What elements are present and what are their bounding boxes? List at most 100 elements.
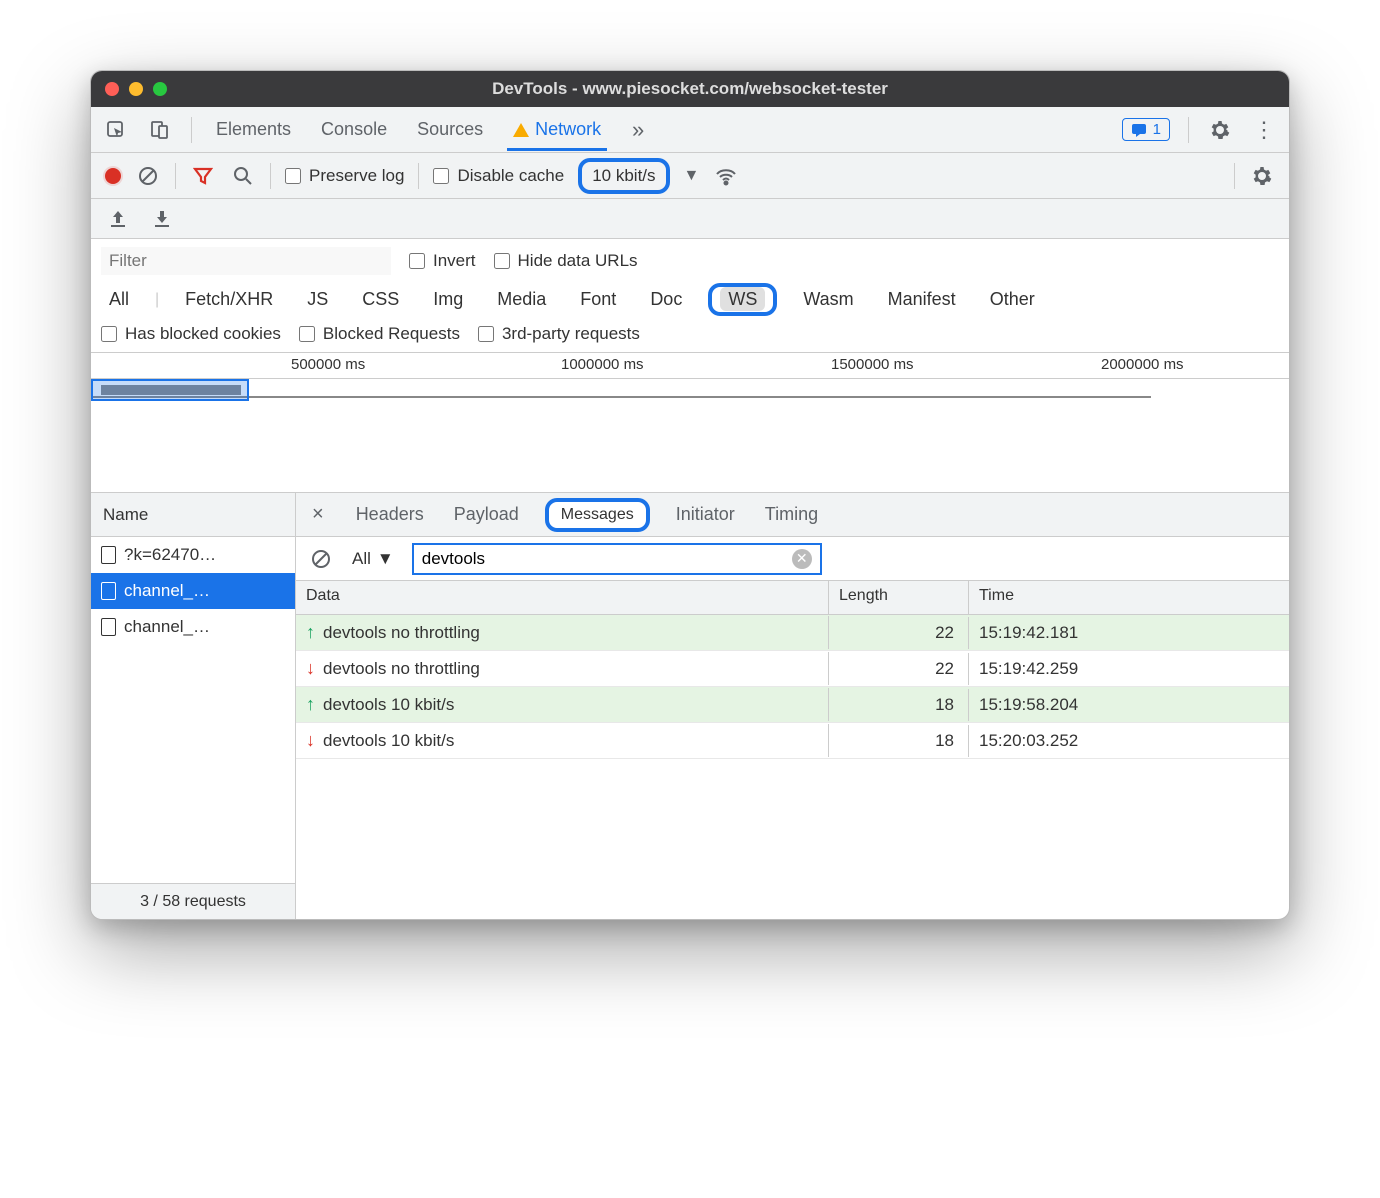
throttling-selector[interactable]: 10 kbit/s [578, 158, 669, 194]
filter-icon[interactable] [190, 163, 216, 189]
maximize-window-button[interactable] [153, 82, 167, 96]
issues-count: 1 [1153, 121, 1161, 138]
record-button[interactable] [105, 168, 121, 184]
invert-checkbox[interactable]: Invert [409, 251, 476, 271]
clear-icon[interactable] [135, 163, 161, 189]
type-filter-css[interactable]: CSS [354, 285, 407, 314]
message-type-selector[interactable]: All ▼ [346, 549, 400, 569]
filter-input[interactable] [101, 247, 391, 275]
filter-section: Invert Hide data URLs All | Fetch/XHR JS… [91, 239, 1289, 353]
search-icon[interactable] [230, 163, 256, 189]
blocked-cookies-checkbox[interactable]: Has blocked cookies [101, 324, 281, 344]
type-filter-ws-highlight: WS [708, 283, 777, 316]
tab-elements[interactable]: Elements [210, 119, 297, 140]
wifi-icon[interactable] [713, 163, 739, 189]
detail-tab-messages[interactable]: Messages [561, 506, 634, 523]
message-row[interactable]: ↑ devtools 10 kbit/s 1815:19:58.204 [296, 687, 1289, 723]
timeline-tick: 500000 ms [291, 356, 365, 373]
network-toolbar: Preserve log Disable cache 10 kbit/s ▼ [91, 153, 1289, 199]
message-data: devtools no throttling [323, 623, 480, 643]
type-filter-media[interactable]: Media [489, 285, 554, 314]
tab-network-label: Network [535, 119, 601, 140]
message-search-input[interactable] [422, 549, 792, 569]
document-icon [101, 546, 116, 564]
disable-cache-checkbox[interactable]: Disable cache [433, 166, 564, 186]
document-icon [101, 618, 116, 636]
detail-tab-payload[interactable]: Payload [450, 496, 523, 533]
request-row[interactable]: channel_… [91, 609, 295, 645]
detail-tab-timing[interactable]: Timing [761, 496, 822, 533]
type-filter-ws[interactable]: WS [720, 287, 765, 311]
chevron-down-icon[interactable]: ▼ [684, 167, 700, 185]
panel-tabs: Elements Console Sources Network » 1 ⋮ [91, 107, 1289, 153]
type-filter-doc[interactable]: Doc [642, 285, 690, 314]
preserve-log-checkbox[interactable]: Preserve log [285, 166, 404, 186]
request-list-pane: Name ?k=62470… channel_… channel_… 3 / 5… [91, 493, 296, 919]
hide-data-urls-checkbox[interactable]: Hide data URLs [494, 251, 638, 271]
message-time: 15:19:58.204 [969, 689, 1289, 721]
type-filter-js[interactable]: JS [299, 285, 336, 314]
more-tabs-icon[interactable]: » [625, 117, 651, 143]
detail-pane: × Headers Payload Messages Initiator Tim… [296, 493, 1289, 919]
timeline-selection[interactable] [91, 379, 249, 401]
inspect-icon[interactable] [103, 117, 129, 143]
col-header-length[interactable]: Length [829, 581, 969, 614]
type-filter-img[interactable]: Img [425, 285, 471, 314]
tab-sources[interactable]: Sources [411, 119, 489, 140]
name-column-header[interactable]: Name [91, 493, 295, 537]
tab-network[interactable]: Network [507, 119, 607, 151]
minimize-window-button[interactable] [129, 82, 143, 96]
messages-table-header: Data Length Time [296, 581, 1289, 615]
message-search-box[interactable]: ✕ [412, 543, 822, 575]
messages-body: ↑devtools no throttling2215:19:42.181↓de… [296, 615, 1289, 759]
detail-tab-initiator[interactable]: Initiator [672, 496, 739, 533]
timeline-track [91, 396, 1151, 398]
type-filter-other[interactable]: Other [982, 285, 1043, 314]
clear-messages-icon[interactable] [308, 546, 334, 572]
timeline-overview[interactable]: 500000 ms 1000000 ms 1500000 ms 2000000 … [91, 353, 1289, 493]
message-length: 18 [829, 689, 969, 721]
titlebar: DevTools - www.piesocket.com/websocket-t… [91, 71, 1289, 107]
message-data: devtools no throttling [323, 659, 480, 679]
messages-toolbar: All ▼ ✕ [296, 537, 1289, 581]
kebab-icon[interactable]: ⋮ [1251, 117, 1277, 143]
type-filter-font[interactable]: Font [572, 285, 624, 314]
message-data: devtools 10 kbit/s [323, 731, 454, 751]
type-filter-wasm[interactable]: Wasm [795, 285, 861, 314]
arrow-down-icon: ↓ [306, 730, 315, 751]
type-filter-all[interactable]: All [101, 285, 137, 314]
request-row[interactable]: channel_… [91, 573, 295, 609]
request-row[interactable]: ?k=62470… [91, 537, 295, 573]
arrow-up-icon: ↑ [306, 694, 315, 715]
clear-search-icon[interactable]: ✕ [792, 549, 812, 569]
detail-tab-messages-highlight: Messages [545, 498, 650, 532]
message-data: devtools 10 kbit/s [323, 695, 454, 715]
detail-tab-headers[interactable]: Headers [352, 496, 428, 533]
network-settings-icon[interactable] [1249, 163, 1275, 189]
device-toggle-icon[interactable] [147, 117, 173, 143]
traffic-lights [105, 82, 167, 96]
detail-tabs: × Headers Payload Messages Initiator Tim… [296, 493, 1289, 537]
message-length: 18 [829, 725, 969, 757]
type-filter-fetch[interactable]: Fetch/XHR [177, 285, 281, 314]
type-filter-manifest[interactable]: Manifest [880, 285, 964, 314]
col-header-time[interactable]: Time [969, 581, 1289, 614]
gear-icon[interactable] [1207, 117, 1233, 143]
message-row[interactable]: ↓devtools no throttling2215:19:42.259 [296, 651, 1289, 687]
issues-badge[interactable]: 1 [1122, 118, 1170, 141]
arrow-up-icon: ↑ [306, 622, 315, 643]
third-party-checkbox[interactable]: 3rd-party requests [478, 324, 640, 344]
divider [191, 117, 192, 143]
download-icon[interactable] [149, 206, 175, 232]
message-row[interactable]: ↑devtools no throttling2215:19:42.181 [296, 615, 1289, 651]
tab-console[interactable]: Console [315, 119, 393, 140]
request-list: ?k=62470… channel_… channel_… [91, 537, 295, 883]
close-window-button[interactable] [105, 82, 119, 96]
divider [1188, 117, 1189, 143]
window-title: DevTools - www.piesocket.com/websocket-t… [91, 79, 1289, 99]
col-header-data[interactable]: Data [296, 581, 829, 614]
message-row[interactable]: ↓devtools 10 kbit/s1815:20:03.252 [296, 723, 1289, 759]
close-detail-icon[interactable]: × [306, 503, 330, 526]
upload-icon[interactable] [105, 206, 131, 232]
blocked-requests-checkbox[interactable]: Blocked Requests [299, 324, 460, 344]
